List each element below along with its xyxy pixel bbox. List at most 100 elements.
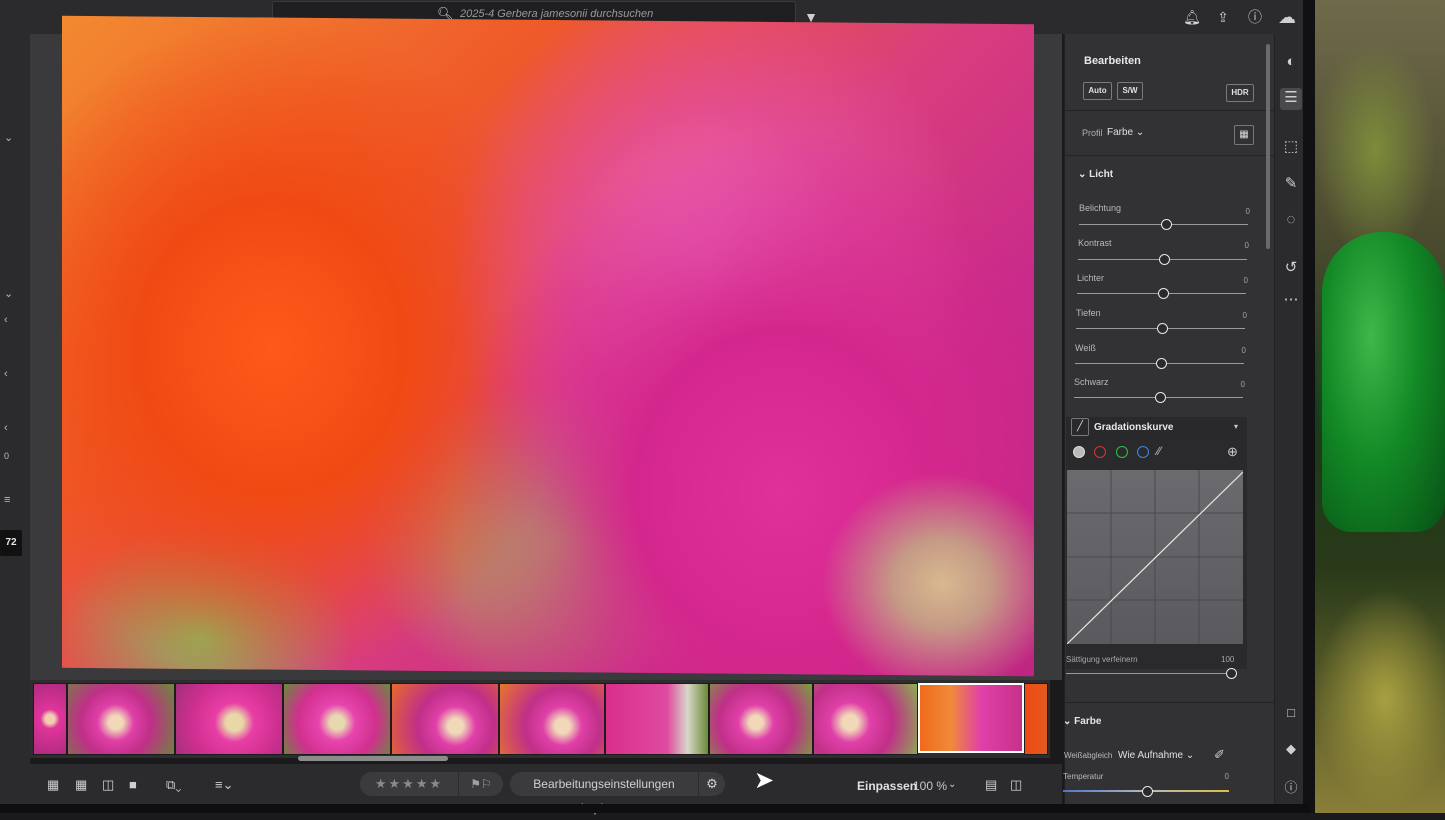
- contrast-value[interactable]: 0: [1229, 241, 1249, 250]
- thumbnail[interactable]: [175, 683, 283, 755]
- grid-small-icon[interactable]: ▦: [47, 777, 59, 793]
- chevron-left-icon[interactable]: ‹: [4, 422, 18, 434]
- share-icon[interactable]: ⇪: [1214, 8, 1232, 26]
- thumbnail[interactable]: [813, 683, 918, 755]
- chevron-down-icon: ⌄: [1185, 750, 1195, 761]
- rating-stars[interactable]: ★★★★★: [360, 772, 458, 796]
- refine-saturation-value[interactable]: 100: [1221, 655, 1234, 664]
- green-lamp: [1322, 232, 1445, 532]
- hdr-button[interactable]: HDR: [1226, 84, 1254, 102]
- histogram-icon[interactable]: ▤: [985, 777, 997, 793]
- sort-icon[interactable]: ≡: [4, 494, 18, 506]
- contrast-slider-knob[interactable]: [1159, 254, 1170, 265]
- history-icon[interactable]: ↺: [1280, 258, 1302, 276]
- thumbnail[interactable]: [67, 683, 175, 755]
- cloud-icon[interactable]: ☁: [1278, 8, 1296, 26]
- flag-icon[interactable]: ⚑⚐: [459, 772, 503, 796]
- tone-curve-graph[interactable]: [1067, 470, 1243, 644]
- bw-button[interactable]: S/W: [1117, 82, 1143, 100]
- main-photo[interactable]: [62, 15, 1034, 677]
- chevron-left-icon[interactable]: ‹: [4, 368, 18, 380]
- copy-settings-button[interactable]: Bearbeitungseinstellungen kopieren: [510, 772, 698, 815]
- monitor-bezel: [1303, 0, 1315, 813]
- shadows-value[interactable]: 0: [1227, 311, 1247, 320]
- zero-label: 0: [4, 451, 10, 461]
- thumbnail-selected[interactable]: [918, 683, 1024, 753]
- chevron-down-icon[interactable]: ⌄: [4, 131, 18, 144]
- slideshow-icon[interactable]: ⧉⌄: [166, 777, 181, 793]
- whites-value[interactable]: 0: [1226, 346, 1246, 355]
- presets-icon[interactable]: ◐: [1280, 53, 1302, 70]
- tag-icon[interactable]: ◆: [1280, 741, 1302, 757]
- refine-saturation-slider[interactable]: [1066, 673, 1232, 674]
- mouse-cursor-icon: ➤: [754, 767, 775, 794]
- whites-slider-knob[interactable]: [1156, 358, 1167, 369]
- channel-green-button[interactable]: [1116, 446, 1128, 458]
- thumbnail[interactable]: [283, 683, 391, 755]
- info-icon[interactable]: ⓘ: [1280, 777, 1302, 796]
- temperature-slider-knob[interactable]: [1142, 786, 1153, 797]
- eyedropper-icon[interactable]: ✐: [1214, 747, 1225, 763]
- compare-view-icon[interactable]: ◫: [102, 777, 114, 793]
- highlights-value[interactable]: 0: [1228, 276, 1248, 285]
- healing-icon[interactable]: ✎: [1280, 174, 1302, 192]
- light-section-title: Licht: [1089, 169, 1114, 180]
- comments-icon[interactable]: □: [1280, 705, 1302, 720]
- refine-saturation-label: Sättigung verfeinern: [1066, 655, 1138, 664]
- channel-rgb-button[interactable]: [1073, 446, 1085, 458]
- thumbnail[interactable]: [499, 683, 605, 755]
- crop-icon[interactable]: ⬚: [1280, 137, 1302, 155]
- thumbnail[interactable]: [391, 683, 499, 755]
- filmstrip-scrollbar[interactable]: [298, 756, 448, 761]
- whites-label: Weiß: [1075, 343, 1096, 353]
- highlights-label: Lichter: [1077, 273, 1105, 283]
- thumbnail[interactable]: [1024, 683, 1048, 755]
- temperature-value[interactable]: 0: [1209, 772, 1229, 781]
- refine-saturation-knob[interactable]: [1226, 668, 1237, 679]
- color-section-title: Farbe: [1074, 716, 1102, 727]
- shadows-slider-knob[interactable]: [1157, 323, 1168, 334]
- parametric-curve-icon[interactable]: ∕∕: [1157, 444, 1161, 458]
- detail-view-icon[interactable]: ■: [129, 777, 137, 792]
- chevron-left-icon[interactable]: ‹: [4, 314, 18, 326]
- channel-blue-button[interactable]: [1137, 446, 1149, 458]
- grid-medium-icon[interactable]: ▦: [75, 777, 87, 793]
- gear-icon[interactable]: ⚙: [699, 772, 725, 796]
- thumbnail[interactable]: [33, 683, 67, 755]
- tone-curve-menu-icon[interactable]: ▾: [1234, 422, 1238, 431]
- chevron-down-icon[interactable]: ⌄: [948, 779, 956, 790]
- edit-sliders-icon[interactable]: ☰: [1280, 88, 1302, 110]
- white-balance-select[interactable]: Wie Aufnahme ⌄: [1118, 750, 1194, 761]
- exposure-value[interactable]: 0: [1230, 207, 1250, 216]
- zoom-level[interactable]: 100 %: [913, 779, 947, 793]
- tone-curve-title: Gradationskurve: [1094, 422, 1174, 433]
- more-icon[interactable]: ⋯: [1280, 290, 1302, 308]
- curve-grid: [1067, 470, 1243, 644]
- before-after-icon[interactable]: ◫: [1010, 777, 1022, 793]
- profile-label: Profil: [1082, 128, 1103, 138]
- channel-red-button[interactable]: [1094, 446, 1106, 458]
- profile-browser-icon[interactable]: ▦: [1234, 125, 1254, 145]
- blacks-value[interactable]: 0: [1225, 380, 1245, 389]
- edit-panel-title: Bearbeiten: [1084, 55, 1141, 67]
- color-section-header[interactable]: ⌄ Farbe: [1063, 716, 1101, 727]
- fit-button[interactable]: Einpassen: [857, 779, 917, 793]
- masking-icon[interactable]: ◌: [1280, 211, 1302, 228]
- help-icon[interactable]: ⓘ: [1246, 8, 1264, 26]
- sort-icon[interactable]: ≡⌄: [215, 777, 233, 793]
- thumbnail[interactable]: [709, 683, 813, 755]
- thumbnail[interactable]: [605, 683, 709, 755]
- chevron-down-icon: ⌄: [1135, 127, 1145, 138]
- profile-select[interactable]: Farbe ⌄: [1107, 127, 1144, 138]
- highlights-slider-knob[interactable]: [1158, 288, 1169, 299]
- blacks-slider-knob[interactable]: [1155, 392, 1166, 403]
- light-section-header[interactable]: ⌄ Licht: [1078, 169, 1113, 180]
- panel-scrollbar[interactable]: [1266, 44, 1270, 249]
- bell-icon[interactable]: 🔔︎: [1183, 8, 1201, 26]
- profile-value: Farbe: [1107, 127, 1134, 138]
- exposure-slider-knob[interactable]: [1161, 219, 1172, 230]
- chevron-down-icon[interactable]: ⌄: [4, 287, 18, 300]
- target-adjust-icon[interactable]: ⊕: [1227, 444, 1238, 460]
- auto-button[interactable]: Auto: [1083, 82, 1112, 100]
- monitor-bezel-bottom: [0, 804, 1310, 813]
